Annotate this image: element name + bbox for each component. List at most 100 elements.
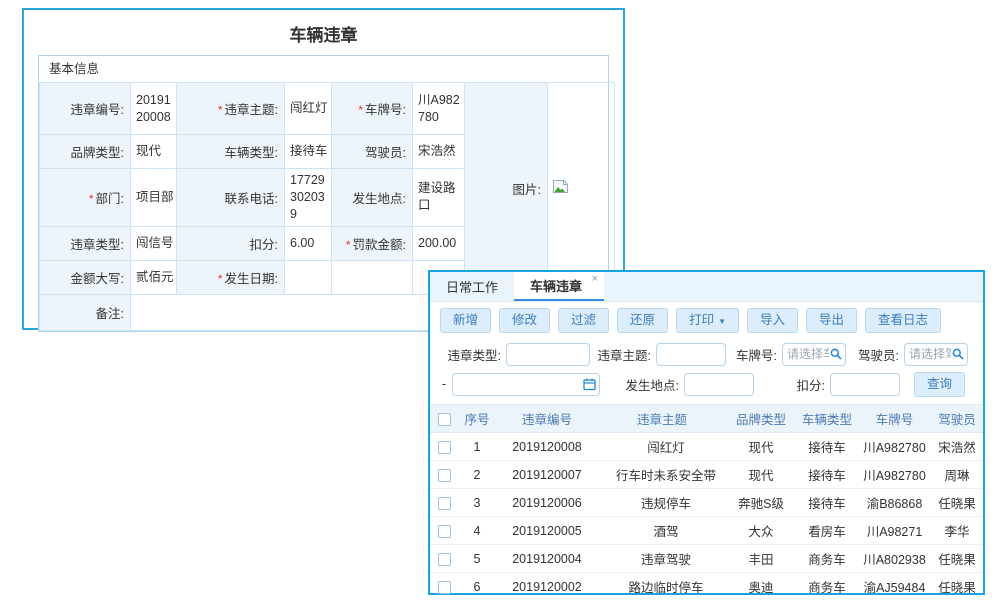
col-brand: 品牌类型 [726,405,796,433]
field-label: 车辆类型: [177,135,285,169]
print-button[interactable]: 打印▼ [676,308,739,333]
violation-subject-label: 违章主题: [590,345,656,364]
row-checkbox[interactable] [438,441,451,454]
violation-subject-input[interactable] [656,343,726,366]
field-value: 川A982780 [413,83,465,135]
violation-type-label: 违章类型: [442,345,506,364]
row-checkbox[interactable] [438,553,451,566]
occur-date-input[interactable] [452,373,600,396]
chevron-down-icon: ▼ [718,317,726,326]
field-label: *罚款金额: [332,226,413,260]
cell-no: 1 [458,433,496,461]
cell-code-link[interactable]: 2019120008 [496,433,598,461]
select-all-checkbox[interactable] [438,413,451,426]
field-value: 6.00 [285,226,332,260]
violation-type-input[interactable] [506,343,590,366]
import-button[interactable]: 导入 [747,308,798,333]
cell-brand: 现代 [726,433,796,461]
photo-label: 图片: [465,83,548,295]
reset-button[interactable]: 还原 [617,308,668,333]
field-label: 违章编号: [40,83,131,135]
cell-code-link[interactable]: 2019120007 [496,461,598,489]
score-label: 扣分: [754,375,830,394]
field-value: 2019120008 [131,83,177,135]
field-label: *违章主题: [177,83,285,135]
cell-no: 4 [458,517,496,545]
field-label: 品牌类型: [40,135,131,169]
add-button[interactable]: 新增 [440,308,491,333]
export-button[interactable]: 导出 [806,308,857,333]
tab-label: 车辆违章 [530,276,582,295]
cell-plate: 川A802938 [858,545,931,573]
col-vtype: 车辆类型 [796,405,858,433]
location-label: 发生地点: [600,375,684,394]
cell-subject-link[interactable]: 闯红灯 [598,433,726,461]
edit-button[interactable]: 修改 [499,308,550,333]
field-label: *车牌号: [332,83,413,135]
cell-brand: 现代 [726,461,796,489]
field-label: *部门: [40,169,131,227]
field-label: *发生日期: [177,260,285,294]
search-icon[interactable] [952,348,964,360]
search-button[interactable]: 查询 [914,372,965,397]
cell-no: 6 [458,573,496,600]
cell-code-link[interactable]: 2019120004 [496,545,598,573]
empty-cell [332,260,413,294]
cell-subject-link[interactable]: 路边临时停车 [598,573,726,600]
cell-vtype: 商务车 [796,573,858,600]
calendar-icon[interactable] [583,378,596,391]
cell-driver: 任晓果 [931,489,983,517]
filter-button[interactable]: 过滤 [558,308,609,333]
field-value: 贰佰元 [131,260,177,294]
cell-subject-link[interactable]: 违章驾驶 [598,545,726,573]
broken-image-icon [552,183,569,197]
cell-plate: 川A982780 [858,461,931,489]
cell-code-link[interactable]: 2019120002 [496,573,598,600]
cell-vtype: 商务车 [796,545,858,573]
cell-code-link[interactable]: 2019120006 [496,489,598,517]
section-title: 基本信息 [39,56,608,82]
violation-list-panel: 日常工作 车辆违章 × 新增 修改 过滤 还原 打印▼ 导入 导出 查看日志 违… [428,270,985,595]
field-label: 发生地点: [332,169,413,227]
tab-daily-work[interactable]: 日常工作 [430,272,514,301]
tab-bar: 日常工作 车辆违章 × [430,272,983,302]
field-label: 违章类型: [40,226,131,260]
row-checkbox[interactable] [438,497,451,510]
view-log-button[interactable]: 查看日志 [865,308,941,333]
cell-subject-link[interactable]: 违规停车 [598,489,726,517]
cell-vtype: 看房车 [796,517,858,545]
table-row: 1 2019120008 闯红灯 现代 接待车 川A982780 宋浩然 [430,433,983,461]
field-value: 17729302039 [285,169,332,227]
cell-driver: 任晓果 [931,545,983,573]
filter-row-2: - 发生地点: 扣分: 查询 [442,369,971,399]
cell-plate: 川A98271 [858,517,931,545]
table-row: 5 2019120004 违章驾驶 丰田 商务车 川A802938 任晓果 [430,545,983,573]
cell-plate: 渝B86868 [858,489,931,517]
row-checkbox[interactable] [438,469,451,482]
cell-brand: 奔驰S级 [726,489,796,517]
close-icon[interactable]: × [592,273,598,285]
required-mark: * [218,103,223,117]
col-driver: 驾驶员 [931,405,983,433]
field-label: 扣分: [177,226,285,260]
cell-plate: 川A982780 [858,433,931,461]
cell-driver: 周琳 [931,461,983,489]
cell-subject-link[interactable]: 行车时未系安全带 [598,461,726,489]
field-value: 接待车 [285,135,332,169]
row-checkbox[interactable] [438,581,451,594]
row-checkbox[interactable] [438,525,451,538]
cell-vtype: 接待车 [796,433,858,461]
location-input[interactable] [684,373,754,396]
score-input[interactable] [830,373,900,396]
table-row: 4 2019120005 酒驾 大众 看房车 川A98271 李华 [430,517,983,545]
col-no: 序号 [458,405,496,433]
form-title: 车辆违章 [24,10,623,55]
cell-subject-link[interactable]: 酒驾 [598,517,726,545]
search-icon[interactable] [830,348,842,360]
cell-code-link[interactable]: 2019120005 [496,517,598,545]
field-value: 建设路口 [413,169,465,227]
filter-row-1: 违章类型: 违章主题: 车牌号: 驾驶员: [442,339,971,369]
page: 车辆违章 基本信息 违章编号: 2019120008 *违章主题: 闯红灯 *车… [0,0,1000,600]
tab-vehicle-violation[interactable]: 车辆违章 × [514,272,604,301]
cell-no: 3 [458,489,496,517]
